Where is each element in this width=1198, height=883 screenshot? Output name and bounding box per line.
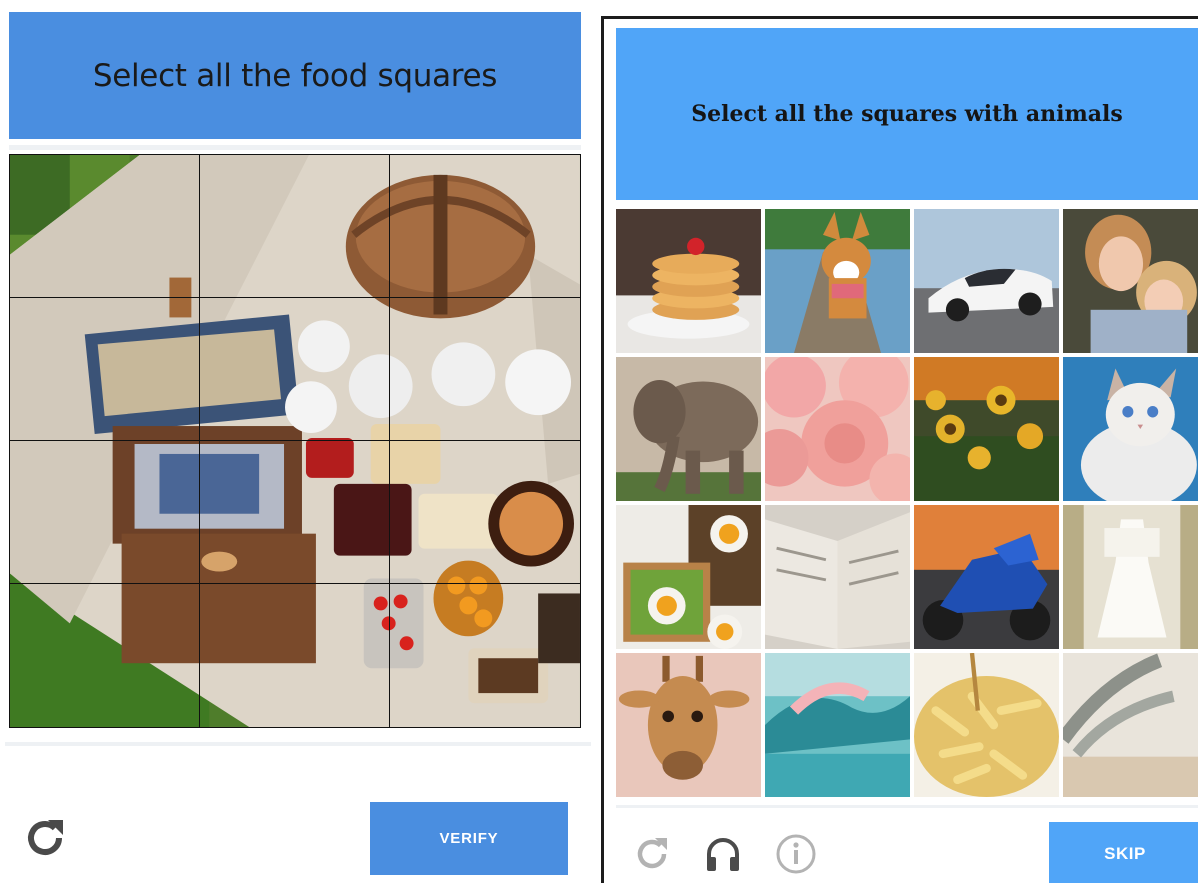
refresh-icon[interactable] bbox=[20, 813, 70, 863]
animal-captcha-header: Select all the squares with animals bbox=[616, 28, 1198, 200]
avocado-toast-image[interactable] bbox=[616, 505, 761, 649]
food-grid-cell[interactable] bbox=[10, 155, 200, 298]
food-grid-cell[interactable] bbox=[200, 584, 390, 727]
food-grid-cell[interactable] bbox=[200, 441, 390, 584]
info-icon[interactable] bbox=[773, 831, 819, 877]
giraffe-image[interactable] bbox=[616, 653, 761, 797]
food-grid-cell[interactable] bbox=[390, 441, 580, 584]
animal-captcha-panel: Select all the squares with animals SKIP bbox=[601, 16, 1198, 883]
pancakes-image[interactable] bbox=[616, 209, 761, 353]
food-grid-cell[interactable] bbox=[200, 155, 390, 298]
food-grid-cell[interactable] bbox=[10, 584, 200, 727]
peonies-image[interactable] bbox=[765, 357, 910, 501]
food-grid-cell[interactable] bbox=[390, 155, 580, 298]
car-image[interactable] bbox=[914, 209, 1059, 353]
footer-divider bbox=[616, 805, 1198, 808]
pasta-image[interactable] bbox=[914, 653, 1059, 797]
animal-captcha-prompt: Select all the squares with animals bbox=[691, 101, 1123, 127]
food-grid-cell[interactable] bbox=[10, 441, 200, 584]
food-captcha-panel: Select all the food squares VERIFY bbox=[0, 0, 598, 883]
food-captcha-prompt: Select all the food squares bbox=[92, 57, 498, 94]
header-divider bbox=[9, 145, 581, 150]
refresh-icon[interactable] bbox=[629, 831, 675, 877]
food-captcha-header: Select all the food squares bbox=[9, 12, 581, 139]
footer-divider bbox=[5, 742, 591, 746]
children-image[interactable] bbox=[1063, 209, 1198, 353]
open-book-image[interactable] bbox=[765, 505, 910, 649]
ocean-wave-image[interactable] bbox=[765, 653, 910, 797]
corgi-image[interactable] bbox=[765, 209, 910, 353]
palm-shadow-image[interactable] bbox=[1063, 653, 1198, 797]
animal-image-grid bbox=[616, 209, 1198, 799]
white-dress-image[interactable] bbox=[1063, 505, 1198, 649]
cat-image[interactable] bbox=[1063, 357, 1198, 501]
elephant-image[interactable] bbox=[616, 357, 761, 501]
picnic-image-grid bbox=[9, 154, 581, 728]
food-grid-cell[interactable] bbox=[390, 584, 580, 727]
skip-button[interactable]: SKIP bbox=[1049, 822, 1198, 883]
sunflowers-image[interactable] bbox=[914, 357, 1059, 501]
headphones-icon[interactable] bbox=[700, 831, 746, 877]
food-grid-cell[interactable] bbox=[200, 298, 390, 441]
food-grid-cell[interactable] bbox=[390, 298, 580, 441]
verify-button[interactable]: VERIFY bbox=[370, 802, 568, 875]
motorcycle-image[interactable] bbox=[914, 505, 1059, 649]
food-grid-cell[interactable] bbox=[10, 298, 200, 441]
